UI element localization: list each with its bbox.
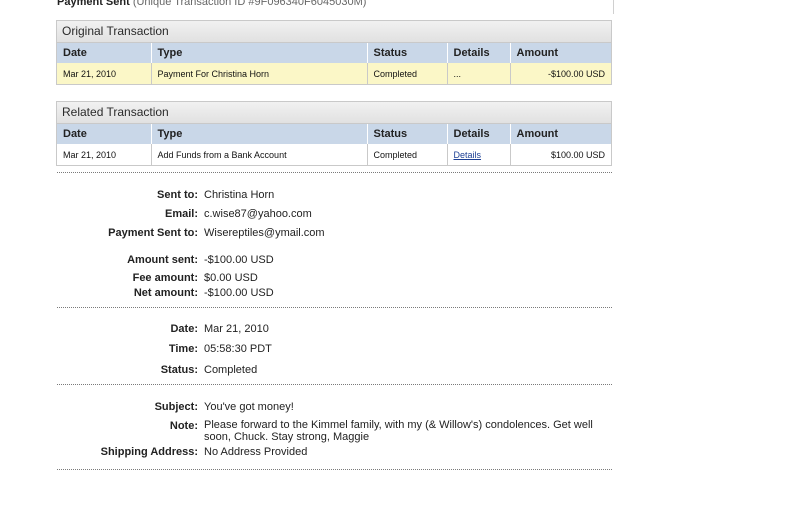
status-label: Status:	[160, 364, 198, 376]
section-divider	[57, 307, 612, 308]
subject-value: You've got money!	[204, 401, 294, 413]
cell-type: Payment For Christina Horn	[150, 63, 367, 84]
sent-to-row: Sent to: Christina Horn	[0, 188, 800, 202]
fee-amount-label: Fee amount:	[132, 272, 198, 284]
table-header-row: Date Type Status Details Amount	[57, 124, 611, 144]
time-value: 05:58:30 PDT	[204, 343, 272, 355]
shipping-address-row: Shipping Address: No Address Provided	[0, 445, 800, 459]
details-link[interactable]: Details	[454, 150, 482, 160]
related-transaction-table: Date Type Status Details Amount Mar 21, …	[57, 124, 611, 165]
note-label: Note:	[169, 420, 198, 432]
time-row: Time: 05:58:30 PDT	[0, 342, 800, 356]
cell-amount: $100.00 USD	[509, 144, 611, 165]
transaction-id: (Unique Transaction ID #9F096340F6045030…	[132, 0, 367, 8]
section-divider	[57, 469, 612, 470]
column-header-type: Type	[150, 43, 367, 63]
column-header-amount: Amount	[509, 43, 611, 63]
sent-to-value: Christina Horn	[204, 189, 275, 201]
fee-amount-row: Fee amount: $0.00 USD	[0, 271, 800, 285]
column-header-details: Details	[446, 43, 510, 63]
cell-amount: -$100.00 USD	[509, 63, 611, 84]
column-header-status: Status	[366, 124, 447, 144]
table-row: Mar 21, 2010 Payment For Christina Horn …	[57, 63, 611, 84]
column-header-type: Type	[150, 124, 367, 144]
page-header: Payment Sent (Unique Transaction ID #9F0…	[57, 0, 366, 9]
column-header-date: Date	[57, 43, 151, 63]
related-transaction-title: Related Transaction	[57, 102, 611, 124]
payment-sent-to-row: Payment Sent to: Wisereptiles@ymail.com	[0, 226, 800, 240]
email-row: Email: c.wise87@yahoo.com	[0, 207, 800, 221]
status-value: Completed	[204, 364, 258, 376]
sent-to-label: Sent to:	[157, 189, 198, 201]
column-header-amount: Amount	[509, 124, 611, 144]
date-label: Date:	[170, 323, 198, 335]
column-header-status: Status	[366, 43, 447, 63]
status-row: Status: Completed	[0, 363, 800, 377]
fee-amount-value: $0.00 USD	[204, 272, 258, 284]
time-label: Time:	[168, 343, 198, 355]
date-value: Mar 21, 2010	[204, 323, 269, 335]
original-transaction-panel: Original Transaction Date Type Status De…	[56, 20, 612, 85]
original-transaction-title: Original Transaction	[57, 21, 611, 43]
column-header-details: Details	[446, 124, 510, 144]
net-amount-value: -$100.00 USD	[204, 287, 274, 299]
amount-sent-row: Amount sent: -$100.00 USD	[0, 253, 800, 267]
column-header-date: Date	[57, 124, 151, 144]
amount-sent-value: -$100.00 USD	[204, 254, 274, 266]
cell-details: Details	[446, 144, 510, 165]
email-value: c.wise87@yahoo.com	[204, 208, 312, 220]
cell-date: Mar 21, 2010	[63, 149, 117, 160]
net-amount-row: Net amount: -$100.00 USD	[0, 286, 800, 300]
cell-type: Add Funds from a Bank Account	[150, 144, 367, 165]
payment-sent-to-label: Payment Sent to:	[108, 227, 198, 239]
cell-date: Mar 21, 2010	[57, 63, 151, 84]
cell-status: Completed	[366, 63, 447, 84]
right-border-line	[613, 0, 614, 14]
payment-sent-to-value: Wisereptiles@ymail.com	[204, 227, 325, 239]
table-header-row: Date Type Status Details Amount	[57, 43, 611, 63]
section-divider	[57, 384, 612, 385]
email-label: Email:	[164, 208, 198, 220]
table-row: Mar 21, 2010 Add Funds from a Bank Accou…	[57, 144, 611, 165]
original-transaction-table: Date Type Status Details Amount Mar 21, …	[57, 43, 611, 84]
note-row: Note: Please forward to the Kimmel famil…	[0, 419, 800, 445]
note-value: Please forward to the Kimmel family, wit…	[204, 419, 593, 443]
shipping-address-value: No Address Provided	[204, 446, 308, 458]
related-transaction-panel: Related Transaction Date Type Status Det…	[56, 101, 612, 166]
cell-details: ...	[446, 63, 510, 84]
cell-status: Completed	[366, 144, 447, 165]
subject-label: Subject:	[154, 401, 198, 413]
net-amount-label: Net amount:	[133, 287, 198, 299]
amount-sent-label: Amount sent:	[127, 254, 198, 266]
shipping-address-label: Shipping Address:	[100, 446, 198, 458]
date-row: Date: Mar 21, 2010	[0, 322, 800, 336]
page-title: Payment Sent	[57, 0, 130, 8]
subject-row: Subject: You've got money!	[0, 400, 800, 414]
section-divider	[57, 172, 612, 173]
